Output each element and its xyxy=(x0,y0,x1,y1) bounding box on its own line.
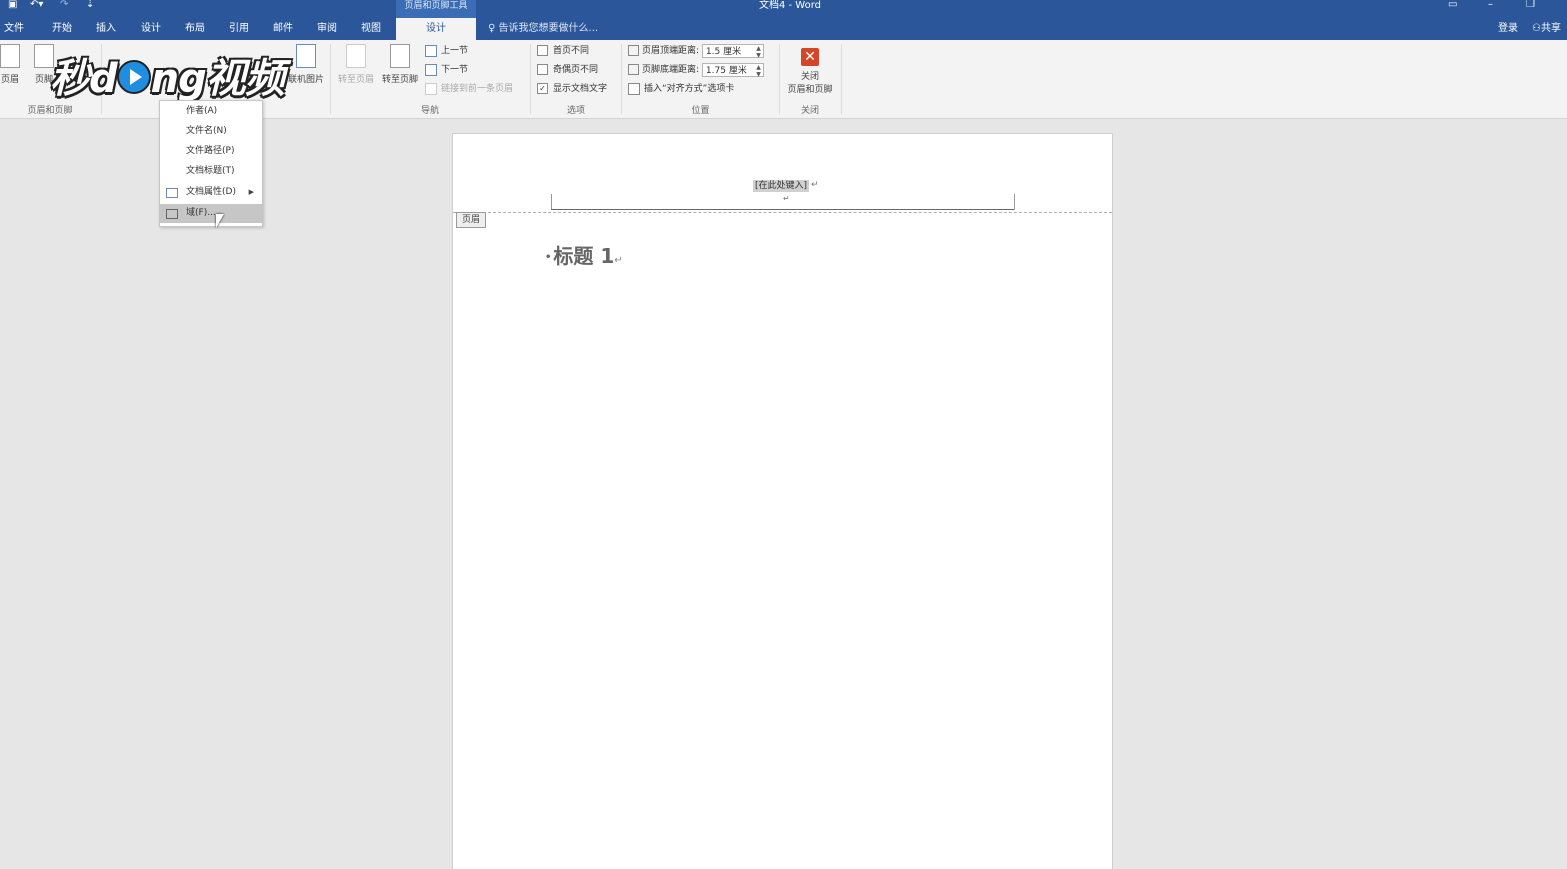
header-icon xyxy=(0,44,20,68)
tab-layout[interactable]: 布局 xyxy=(185,21,205,37)
undo-icon[interactable]: ↶▾ xyxy=(30,0,43,12)
previous-section-icon xyxy=(425,44,437,57)
header-margin-marker xyxy=(1014,194,1015,210)
header-from-top: 页眉顶端距离: 1.5 厘米 ▲ ▼ xyxy=(628,43,764,59)
menu-item-field[interactable]: 域(F)... xyxy=(160,204,262,223)
context-tab-group-label: 页眉和页脚工具 xyxy=(396,0,476,18)
paragraph-mark-icon: ↵ xyxy=(811,180,819,190)
tab-design[interactable]: 设计 xyxy=(141,21,161,37)
spinner-arrows-icon[interactable]: ▲ ▼ xyxy=(756,64,761,78)
next-section-icon xyxy=(425,63,437,76)
mouse-cursor-icon xyxy=(216,214,224,228)
header-bottom-border xyxy=(551,209,1014,210)
alignment-tab-icon xyxy=(628,82,640,95)
share-button[interactable]: ⚇共享 xyxy=(1532,21,1561,37)
group-label-position: 位置 xyxy=(691,106,710,116)
signin-link[interactable]: 登录 xyxy=(1498,21,1518,37)
online-pictures-button[interactable]: 联机图片 xyxy=(284,44,328,85)
menu-item-document-property[interactable]: 文档属性(D) ▶ xyxy=(160,183,262,202)
tab-mailings[interactable]: 邮件 xyxy=(273,21,293,37)
header-top-spinner[interactable]: 1.5 厘米 ▲ ▼ xyxy=(701,43,764,59)
goto-footer-icon xyxy=(390,44,410,68)
menu-item-file-path[interactable]: 文件路径(P) xyxy=(160,142,262,161)
previous-section-button[interactable]: 上一节 xyxy=(425,44,468,58)
header-placeholder-field[interactable]: [在此处键入] xyxy=(753,180,810,192)
group-label-navigation: 导航 xyxy=(420,106,439,116)
field-icon xyxy=(166,209,178,219)
document-page[interactable]: [在此处键入] ↵ ↵ 页眉 • 标题 1↵ xyxy=(452,133,1113,869)
heading-paragraph[interactable]: • 标题 1↵ xyxy=(545,240,623,269)
header-margin-marker xyxy=(551,194,552,210)
online-pictures-icon xyxy=(296,44,316,68)
play-icon xyxy=(116,60,151,94)
footer-from-bottom: 页脚底端距离: 1.75 厘米 ▲ ▼ xyxy=(628,62,764,78)
ribbon-display-icon[interactable]: ▭ xyxy=(1448,0,1457,10)
close-header-footer-button[interactable]: ✕ 关闭 页眉和页脚 xyxy=(782,48,838,95)
window-title: 文档4 - Word xyxy=(758,0,822,11)
checkbox-icon xyxy=(537,64,548,75)
tab-home[interactable]: 开始 xyxy=(52,21,72,37)
customize-qat-icon[interactable]: ⇣ xyxy=(86,0,94,12)
footer-bottom-spinner[interactable]: 1.75 厘米 ▲ ▼ xyxy=(701,62,764,78)
tab-insert[interactable]: 插入 xyxy=(96,21,116,37)
bullet-icon: • xyxy=(545,252,552,263)
goto-header-button[interactable]: 转至页眉 xyxy=(334,44,378,85)
checkmark-icon: ✓ xyxy=(537,83,548,94)
redo-icon[interactable]: ↷ xyxy=(60,0,68,12)
header-boundary xyxy=(453,212,1112,213)
group-separator xyxy=(841,44,842,114)
insert-alignment-tab-button[interactable]: 插入“对齐方式”选项卡 xyxy=(628,82,734,96)
show-document-text-checkbox[interactable]: ✓ 显示文档文字 xyxy=(537,82,607,96)
menu-item-document-title[interactable]: 文档标题(T) xyxy=(160,162,262,181)
header-button[interactable]: 页眉 xyxy=(0,44,20,85)
lightbulb-icon: ♀ xyxy=(488,23,499,34)
checkbox-icon xyxy=(537,45,548,56)
minimize-icon[interactable]: – xyxy=(1488,0,1493,10)
submenu-arrow-icon: ▶ xyxy=(248,188,254,196)
goto-footer-button[interactable]: 转至页脚 xyxy=(378,44,422,85)
tab-review[interactable]: 审阅 xyxy=(317,21,337,37)
tab-file[interactable]: 文件 xyxy=(4,21,24,37)
menu-item-author[interactable]: 作者(A) xyxy=(160,102,262,121)
group-label-close: 关闭 xyxy=(800,106,819,116)
close-icon: ✕ xyxy=(801,48,819,66)
document-property-icon xyxy=(166,188,178,198)
tab-header-footer-design[interactable]: 设计 xyxy=(396,18,476,40)
link-icon xyxy=(425,82,437,95)
next-section-button[interactable]: 下一节 xyxy=(425,63,468,77)
group-label-options: 选项 xyxy=(566,106,585,116)
watermark-logo: 秒d ng视频 xyxy=(50,56,285,102)
different-odd-even-checkbox[interactable]: 奇偶页不同 xyxy=(537,63,598,77)
goto-header-icon xyxy=(346,44,366,68)
header-position-icon xyxy=(628,45,639,56)
header-tag: 页眉 xyxy=(456,212,487,228)
save-icon[interactable]: ▣ xyxy=(8,0,17,12)
person-icon: ⚇ xyxy=(1532,23,1541,34)
paragraph-mark-icon: ↵ xyxy=(614,255,623,266)
restore-icon[interactable]: ❐ xyxy=(1526,0,1535,10)
different-first-page-checkbox[interactable]: 首页不同 xyxy=(537,44,589,58)
menu-item-file-name[interactable]: 文件名(N) xyxy=(160,122,262,141)
footer-position-icon xyxy=(628,64,639,75)
link-to-previous-button[interactable]: 链接到前一条页眉 xyxy=(425,82,513,96)
tell-me-search[interactable]: ♀ 告诉我您想要做什么... xyxy=(488,21,598,37)
group-label-header-footer: 页眉和页脚 xyxy=(27,106,73,116)
tab-view[interactable]: 视图 xyxy=(361,21,381,37)
paragraph-mark-icon: ↵ xyxy=(783,194,790,203)
tab-references[interactable]: 引用 xyxy=(229,21,249,37)
spinner-arrows-icon[interactable]: ▲ ▼ xyxy=(756,45,761,59)
document-info-dropdown: 作者(A) 文件名(N) 文件路径(P) 文档标题(T) 文档属性(D) ▶ 域(… xyxy=(159,100,263,227)
title-bar: ▣ ↶▾ ↷ ⇣ 页眉和页脚工具 文档4 - Word ▭ – ❐ 文件 开始 … xyxy=(0,0,1567,40)
